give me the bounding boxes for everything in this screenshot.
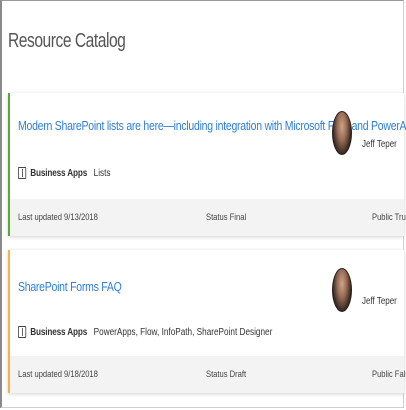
- resource-title-link[interactable]: SharePoint Forms FAQ: [18, 280, 122, 294]
- card-footer: Last updated 9/18/2018 Status Draft Publ…: [10, 356, 406, 393]
- public-label: Public False: [372, 369, 406, 380]
- tags-label: Lists: [93, 167, 111, 179]
- category-label: Business Apps: [30, 326, 88, 338]
- author-name: Jeff Teper: [362, 139, 397, 150]
- bucket-icon: [18, 326, 27, 338]
- card-meta: Business Apps PowerApps, Flow, InfoPath,…: [18, 326, 272, 338]
- card-footer: Last updated 9/13/2018 Status Final Publ…: [10, 199, 406, 236]
- author-name: Jeff Teper: [362, 296, 397, 307]
- public-label: Public True: [372, 212, 406, 223]
- last-updated: Last updated 9/13/2018: [18, 212, 98, 223]
- resource-card: SharePoint Forms FAQ Business Apps Power…: [8, 250, 406, 393]
- author-avatar[interactable]: [332, 111, 352, 155]
- card-body: Modern SharePoint lists are here—includi…: [10, 93, 406, 199]
- card-body: SharePoint Forms FAQ Business Apps Power…: [10, 250, 404, 356]
- resource-card: Modern SharePoint lists are here—includi…: [8, 93, 406, 236]
- status-label: Status Draft: [206, 369, 247, 380]
- author-avatar[interactable]: [332, 268, 352, 312]
- last-updated: Last updated 9/18/2018: [18, 369, 98, 380]
- category-label: Business Apps: [30, 167, 88, 179]
- card-meta: Business Apps Lists: [18, 167, 111, 179]
- page-title: Resource Catalog: [8, 30, 126, 52]
- status-label: Status Final: [206, 212, 247, 223]
- bucket-icon: [18, 167, 27, 179]
- tags-label: PowerApps, Flow, InfoPath, SharePoint De…: [93, 326, 273, 338]
